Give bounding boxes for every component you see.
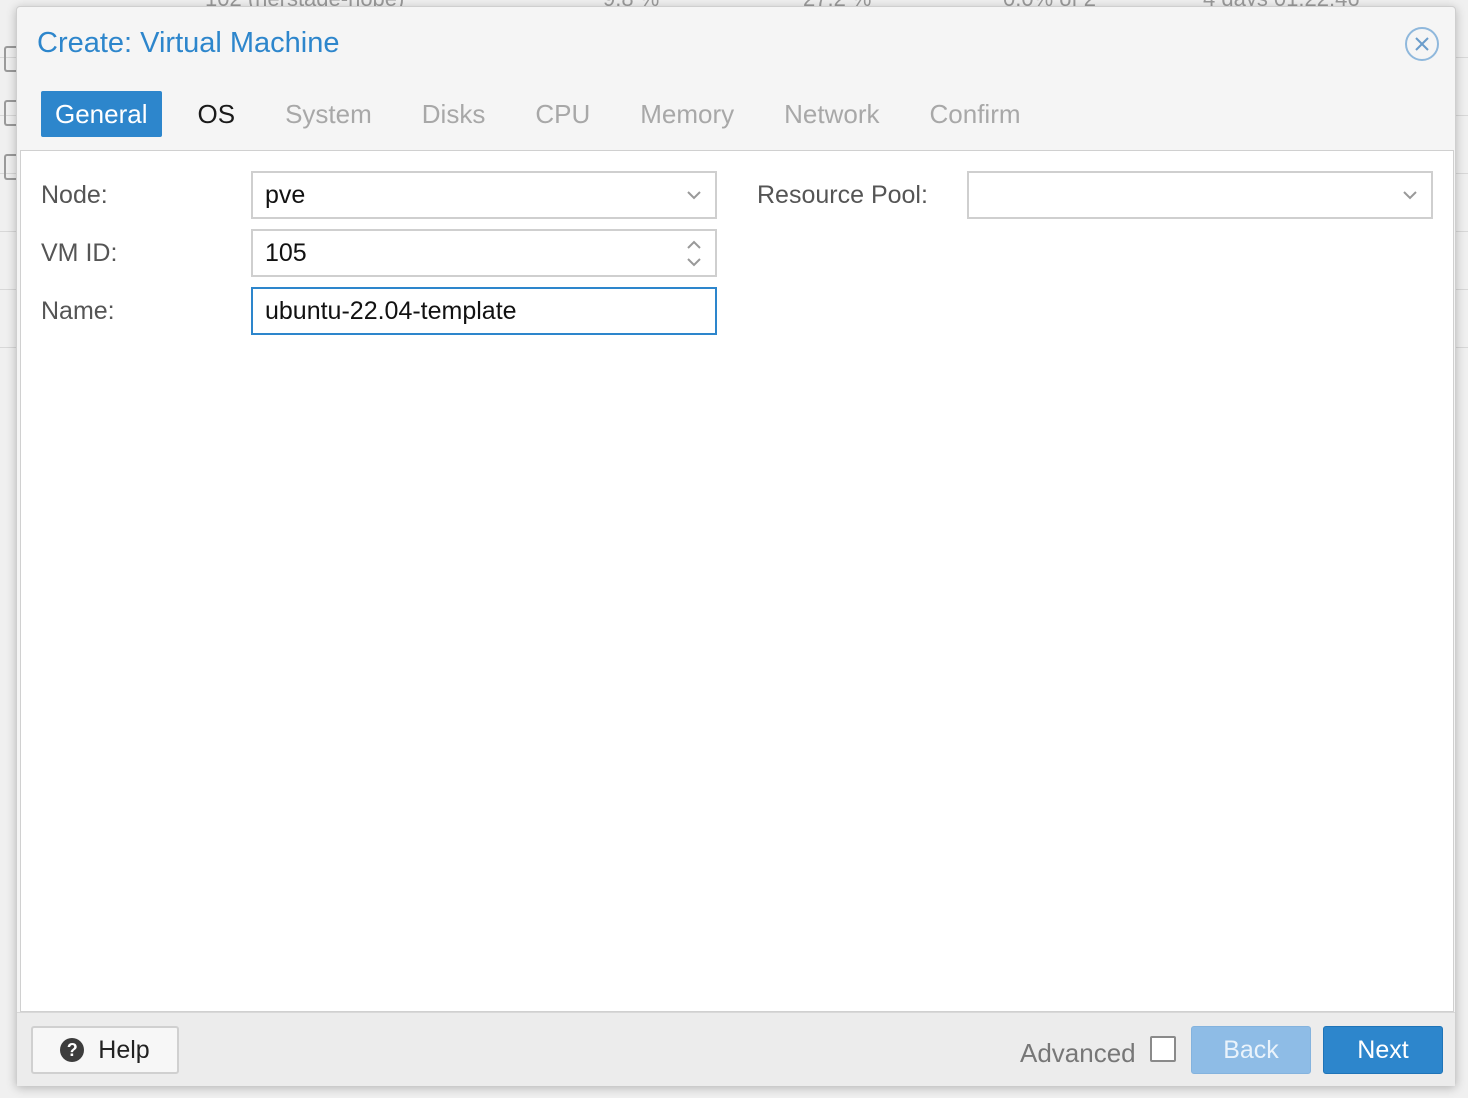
name-value: ubuntu-22.04-template <box>265 297 517 325</box>
dialog-footer: ? Help Advanced Back Next <box>17 1012 1455 1086</box>
tab-network: Network <box>784 99 880 129</box>
resource-pool-select[interactable] <box>967 171 1433 219</box>
tab-confirm: Confirm <box>929 99 1021 129</box>
vm-icon <box>4 100 16 126</box>
chevron-down-icon <box>1403 191 1417 200</box>
vmid-value: 105 <box>265 239 307 267</box>
tab-system: System <box>285 99 372 129</box>
tab-os[interactable]: OS <box>184 91 250 137</box>
node-select[interactable]: pve <box>251 171 717 219</box>
spinner-icon[interactable] <box>685 237 703 271</box>
vmid-field[interactable]: 105 <box>251 229 717 277</box>
dialog-title: Create: Virtual Machine <box>37 27 340 59</box>
wizard-tabs: General OS System Disks CPU Memory Netwo… <box>41 91 1057 137</box>
help-label: Help <box>98 1035 150 1064</box>
close-x-glyph <box>1415 37 1429 51</box>
name-label: Name: <box>41 297 115 325</box>
node-value: pve <box>265 181 306 209</box>
question-circle-icon: ? <box>60 1038 85 1062</box>
advanced-checkbox[interactable] <box>1150 1036 1176 1062</box>
help-button[interactable]: ? Help <box>31 1026 179 1074</box>
close-icon[interactable] <box>1405 27 1439 61</box>
vmid-label: VM ID: <box>41 239 118 267</box>
tab-memory: Memory <box>640 99 735 129</box>
resource-pool-label: Resource Pool: <box>757 181 928 209</box>
chevron-down-icon <box>687 191 701 200</box>
advanced-label: Advanced <box>1020 1038 1136 1068</box>
name-field[interactable]: ubuntu-22.04-template <box>251 287 717 335</box>
next-button[interactable]: Next <box>1323 1026 1443 1074</box>
create-vm-dialog: Create: Virtual Machine General OS Syste… <box>16 6 1456 1086</box>
vm-icon <box>4 154 16 180</box>
general-panel: Node: pve VM ID: 105 Name: ubuntu-22.04-… <box>20 150 1454 1012</box>
tab-cpu: CPU <box>535 99 591 129</box>
node-label: Node: <box>41 181 108 209</box>
tab-disks: Disks <box>421 99 486 129</box>
back-button[interactable]: Back <box>1191 1026 1311 1074</box>
tab-general[interactable]: General <box>41 91 162 137</box>
vm-icon <box>4 46 16 72</box>
